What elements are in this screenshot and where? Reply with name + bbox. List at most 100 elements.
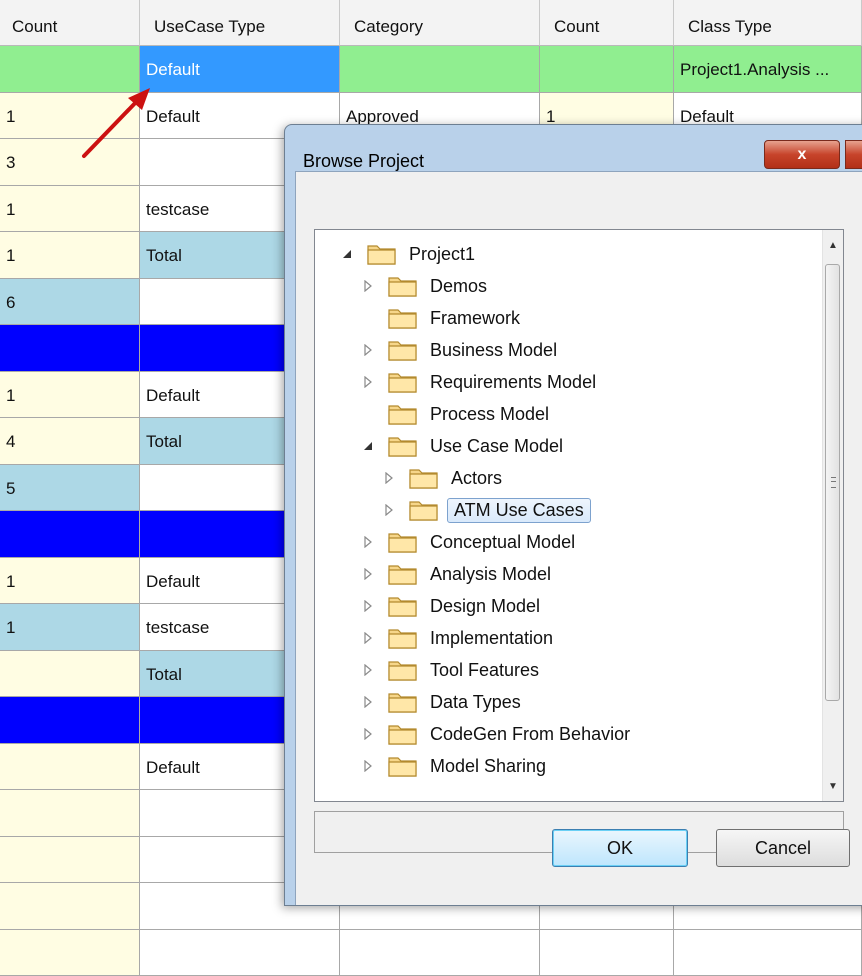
collapsed-triangle-icon[interactable] <box>383 472 395 484</box>
grid-cell[interactable]: Default <box>140 46 340 93</box>
grid-cell[interactable] <box>0 790 140 837</box>
grid-cell[interactable]: 1 <box>0 558 140 605</box>
column-header[interactable]: Category <box>340 0 540 46</box>
grid-cell[interactable]: 1 <box>0 372 140 419</box>
tree-item-label[interactable]: Design Model <box>426 594 544 619</box>
tree-item[interactable]: Conceptual Model <box>362 526 579 558</box>
collapsed-triangle-icon[interactable] <box>362 536 374 548</box>
grid-cell[interactable] <box>0 511 140 558</box>
collapsed-triangle-icon[interactable] <box>362 696 374 708</box>
browse-project-dialog: Browse Project x ▲ ▼ Project1DemosFramew… <box>284 124 862 906</box>
tree-item-label[interactable]: Use Case Model <box>426 434 567 459</box>
collapsed-triangle-icon[interactable] <box>362 600 374 612</box>
tree-item-label[interactable]: Demos <box>426 274 491 299</box>
collapsed-triangle-icon[interactable] <box>362 728 374 740</box>
close-button-edge[interactable] <box>845 140 862 169</box>
tree-item-label[interactable]: Conceptual Model <box>426 530 579 555</box>
tree-item-label[interactable]: Data Types <box>426 690 525 715</box>
grid-cell[interactable]: 1 <box>0 232 140 279</box>
grid-cell[interactable] <box>0 651 140 698</box>
folder-icon <box>388 691 418 713</box>
grid-cell[interactable] <box>0 744 140 791</box>
expanded-triangle-icon[interactable] <box>362 440 374 452</box>
red-arrow-annotation <box>78 84 158 164</box>
tree-item[interactable]: Analysis Model <box>362 558 555 590</box>
ok-button[interactable]: OK <box>552 829 688 867</box>
collapsed-triangle-icon[interactable] <box>362 280 374 292</box>
grid-cell[interactable] <box>0 883 140 930</box>
grid-cell[interactable] <box>674 930 862 976</box>
collapsed-triangle-icon[interactable] <box>383 504 395 516</box>
grid-cell[interactable] <box>0 837 140 884</box>
tree-item[interactable]: CodeGen From Behavior <box>362 718 634 750</box>
folder-icon <box>409 467 439 489</box>
tree-item-label[interactable]: Implementation <box>426 626 557 651</box>
project-tree[interactable]: ▲ ▼ Project1 Demos Framework Business Model… <box>314 229 844 802</box>
tree-item[interactable]: Requirements Model <box>362 366 600 398</box>
grid-cell[interactable] <box>340 46 540 93</box>
grid-cell[interactable] <box>0 930 140 976</box>
column-header[interactable]: Count <box>540 0 674 46</box>
tree-item[interactable]: Tool Features <box>362 654 543 686</box>
grid-cell[interactable]: 5 <box>0 465 140 512</box>
collapsed-triangle-icon[interactable] <box>362 664 374 676</box>
collapsed-triangle-icon[interactable] <box>362 568 374 580</box>
tree-item-label[interactable]: Framework <box>426 306 524 331</box>
cancel-button[interactable]: Cancel <box>716 829 850 867</box>
tree-item-label[interactable]: Tool Features <box>426 658 543 683</box>
grid-cell[interactable] <box>0 325 140 372</box>
close-button[interactable]: x <box>764 140 840 169</box>
tree-item[interactable]: Project1 <box>341 238 479 270</box>
tree-item-label[interactable]: Business Model <box>426 338 561 363</box>
column-header[interactable]: UseCase Type <box>140 0 340 46</box>
tree-item-label[interactable]: Requirements Model <box>426 370 600 395</box>
tree-item[interactable]: Process Model <box>362 398 553 430</box>
collapsed-triangle-icon[interactable] <box>362 760 374 772</box>
scroll-up-arrow-icon[interactable]: ▲ <box>823 234 843 256</box>
grid-cell[interactable] <box>140 930 340 976</box>
scroll-down-arrow-icon[interactable]: ▼ <box>823 775 843 797</box>
expanded-triangle-icon[interactable] <box>341 248 353 260</box>
scroll-thumb[interactable] <box>825 264 840 701</box>
folder-icon <box>388 339 418 361</box>
tree-item-label[interactable]: Process Model <box>426 402 553 427</box>
grid-cell[interactable]: 1 <box>0 186 140 233</box>
folder-icon <box>388 627 418 649</box>
tree-item[interactable]: Framework <box>362 302 524 334</box>
folder-icon <box>388 723 418 745</box>
tree-item-label[interactable]: Actors <box>447 466 506 491</box>
tree-item[interactable]: Demos <box>362 270 491 302</box>
collapsed-triangle-icon[interactable] <box>362 344 374 356</box>
folder-icon <box>409 499 439 521</box>
grid-cell[interactable]: 4 <box>0 418 140 465</box>
no-expander <box>362 408 374 420</box>
tree-item[interactable]: Data Types <box>362 686 525 718</box>
tree-item[interactable]: Implementation <box>362 622 557 654</box>
column-header[interactable]: Class Type <box>674 0 862 46</box>
column-header[interactable]: Count <box>0 0 140 46</box>
grid-cell[interactable] <box>540 930 674 976</box>
tree-item[interactable]: Model Sharing <box>362 750 550 782</box>
tree-item-label[interactable]: CodeGen From Behavior <box>426 722 634 747</box>
grid-cell[interactable]: 1 <box>0 604 140 651</box>
no-expander <box>362 312 374 324</box>
collapsed-triangle-icon[interactable] <box>362 632 374 644</box>
grid-cell[interactable]: 6 <box>0 279 140 326</box>
tree-item[interactable]: Use Case Model <box>362 430 567 462</box>
tree-item-label[interactable]: Analysis Model <box>426 562 555 587</box>
grid-cell[interactable] <box>0 697 140 744</box>
grid-cell[interactable] <box>340 930 540 976</box>
tree-item-label[interactable]: ATM Use Cases <box>447 498 591 523</box>
tree-item[interactable]: Business Model <box>362 334 561 366</box>
folder-icon <box>367 243 397 265</box>
tree-item-label[interactable]: Model Sharing <box>426 754 550 779</box>
tree-item[interactable]: ATM Use Cases <box>383 494 591 526</box>
tree-item[interactable]: Actors <box>383 462 506 494</box>
tree-item[interactable]: Design Model <box>362 590 544 622</box>
grid-cell[interactable] <box>540 46 674 93</box>
folder-icon <box>388 275 418 297</box>
grid-cell[interactable]: Project1.Analysis ... <box>674 46 862 93</box>
tree-item-label[interactable]: Project1 <box>405 242 479 267</box>
tree-vertical-scrollbar[interactable]: ▲ ▼ <box>822 230 843 801</box>
collapsed-triangle-icon[interactable] <box>362 376 374 388</box>
